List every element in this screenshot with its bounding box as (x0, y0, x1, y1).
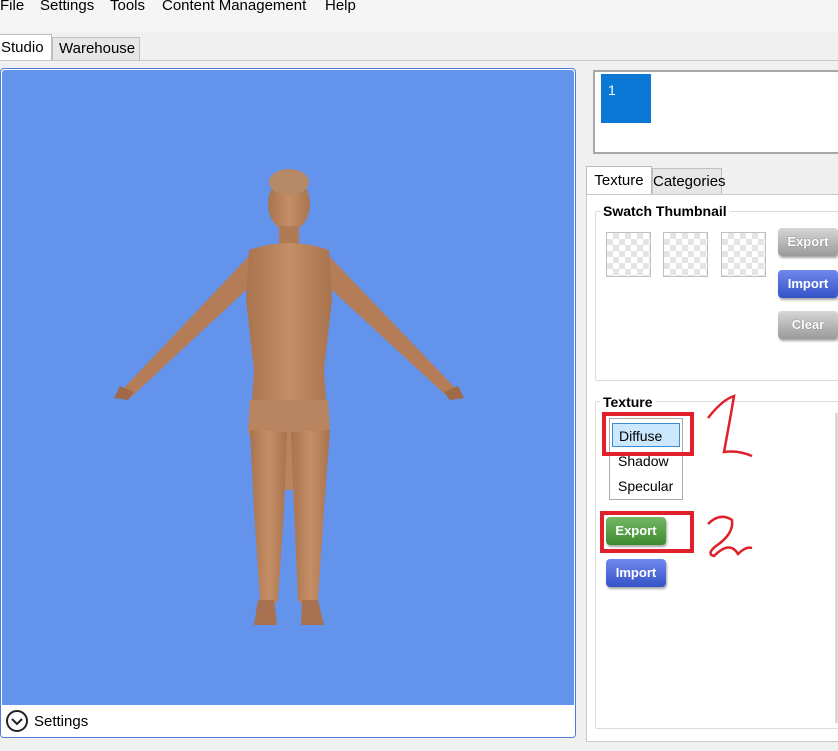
menu-file[interactable]: File (0, 0, 24, 14)
chevron-down-icon[interactable] (6, 710, 28, 732)
swatch-clear-button[interactable]: Clear (778, 311, 838, 339)
tab-categories[interactable]: Categories (652, 168, 726, 194)
swatch-list[interactable]: 1 (593, 70, 838, 154)
menu-settings[interactable]: Settings (40, 0, 94, 14)
main-tabs: Studio Warehouse (0, 34, 838, 60)
tab-warehouse[interactable]: Warehouse (52, 37, 140, 60)
menu-tools[interactable]: Tools (110, 0, 145, 14)
property-tabs: Texture Categories (586, 166, 838, 195)
tab-divider (0, 60, 838, 61)
swatch-export-button[interactable]: Export (778, 228, 838, 256)
list-item-specular[interactable]: Specular (612, 474, 680, 498)
annotation-mark-2: 2 (707, 515, 753, 558)
tab-texture[interactable]: Texture (586, 166, 652, 195)
menu-bar: File Settings Tools Content Management H… (0, 0, 838, 32)
settings-label: Settings (34, 713, 89, 730)
settings-expander[interactable]: Settings (1, 705, 575, 737)
swatch-preview-2 (663, 232, 708, 277)
tab-studio[interactable]: Studio (0, 34, 52, 60)
annotation-mark-1: 1 (707, 394, 753, 458)
swatch-import-button[interactable]: Import (778, 270, 838, 298)
highlight-diffuse (602, 412, 694, 456)
studio-viewport[interactable]: Settings (0, 68, 576, 738)
model-scene[interactable] (2, 70, 574, 705)
menu-help[interactable]: Help (325, 0, 356, 14)
menu-content-management[interactable]: Content Management (162, 0, 306, 14)
texture-title: Texture (600, 394, 656, 410)
swatch-item-selected[interactable]: 1 (601, 74, 651, 123)
character-model (114, 169, 464, 625)
swatch-preview-1 (606, 232, 651, 277)
texture-import-button[interactable]: Import (606, 559, 666, 587)
swatch-preview-3 (721, 232, 766, 277)
highlight-export (600, 511, 694, 553)
swatch-thumbnail-title: Swatch Thumbnail (600, 203, 730, 219)
